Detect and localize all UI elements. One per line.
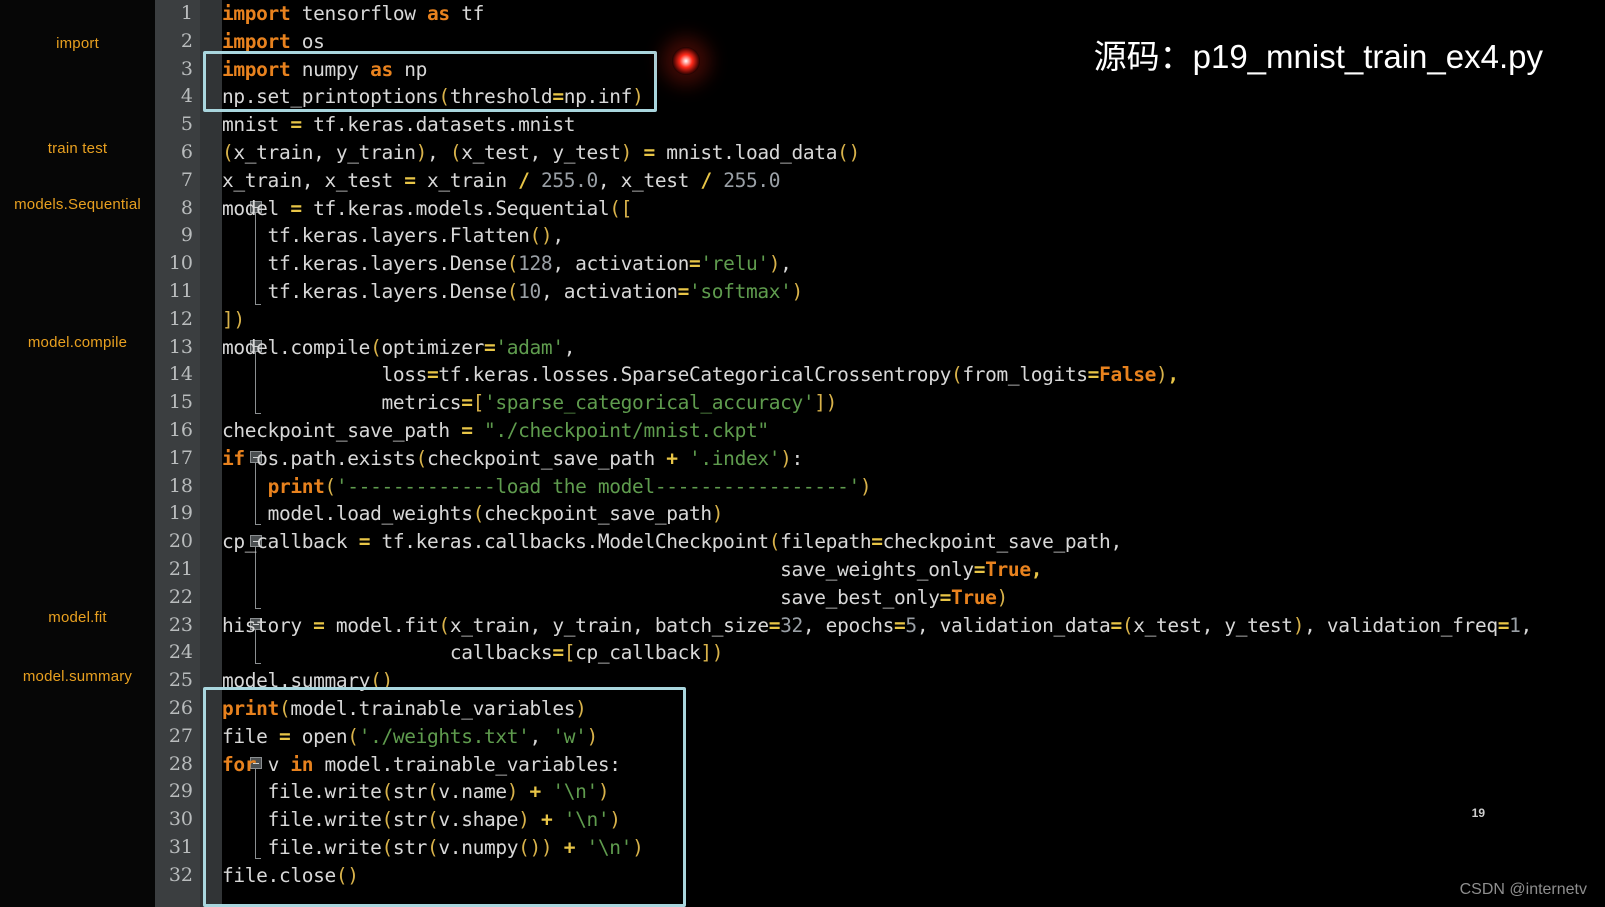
line-number: 30 <box>168 808 193 831</box>
code-line-32[interactable]: file.close() <box>222 862 359 890</box>
line-number: 4 <box>180 85 193 108</box>
code-line-29[interactable]: file.write(str(v.name) + '\n') <box>222 778 610 806</box>
code-line-26[interactable]: print(model.trainable_variables) <box>222 695 587 723</box>
code-line-6[interactable]: (x_train, y_train), (x_test, y_test) = m… <box>222 139 860 167</box>
sidebar-item-train-test: train test <box>47 140 108 157</box>
line-number: 18 <box>168 474 193 497</box>
annotation-sidebar: import train test models.Sequential mode… <box>0 0 155 907</box>
code-line-13[interactable]: model.compile(optimizer='adam', <box>222 334 575 362</box>
code-line-25[interactable]: model.summary() <box>222 667 393 695</box>
line-number-gutter: 1 2 3 4 5 6 7 8 9 10 11 12 13 14 15 16 1… <box>155 0 200 907</box>
line-number: 13 <box>168 335 193 358</box>
page-number: 19 <box>1471 806 1485 820</box>
line-number: 19 <box>168 502 193 525</box>
slide-page: import train test models.Sequential mode… <box>0 0 1605 907</box>
code-line-11[interactable]: tf.keras.layers.Dense(10, activation='so… <box>222 278 804 306</box>
line-number: 15 <box>168 391 193 414</box>
red-laser-dot-icon <box>672 47 700 75</box>
code-line-15[interactable]: metrics=['sparse_categorical_accuracy']) <box>222 389 837 417</box>
line-number: 28 <box>168 752 193 775</box>
sidebar-item-model-summary: model.summary <box>22 668 133 685</box>
code-line-22[interactable]: save_best_only=True) <box>222 584 1008 612</box>
line-number: 17 <box>168 446 193 469</box>
code-line-16[interactable]: checkpoint_save_path = "./checkpoint/mni… <box>222 417 769 445</box>
code-line-7[interactable]: x_train, x_test = x_train / 255.0, x_tes… <box>222 167 780 195</box>
line-number: 12 <box>168 307 193 330</box>
line-number: 8 <box>180 196 193 219</box>
code-line-8[interactable]: model = tf.keras.models.Sequential([ <box>222 195 632 223</box>
line-number: 23 <box>168 613 193 636</box>
code-line-17[interactable]: if os.path.exists(checkpoint_save_path +… <box>222 445 803 473</box>
code-line-31[interactable]: file.write(str(v.numpy()) + '\n') <box>222 834 644 862</box>
code-line-3[interactable]: import numpy as np <box>222 56 427 84</box>
line-number: 2 <box>180 29 193 52</box>
code-line-12[interactable]: ]) <box>222 306 245 334</box>
line-number: 6 <box>180 141 193 163</box>
code-line-14[interactable]: loss=tf.keras.losses.SparseCategoricalCr… <box>222 361 1179 389</box>
code-line-24[interactable]: callbacks=[cp_callback]) <box>222 639 724 667</box>
line-number: 25 <box>168 669 193 692</box>
code-line-18[interactable]: print('-------------load the model------… <box>222 473 872 501</box>
code-line-20[interactable]: cp_callback = tf.keras.callbacks.ModelCh… <box>222 528 1122 556</box>
code-line-4[interactable]: np.set_printoptions(threshold=np.inf) <box>222 83 644 111</box>
code-line-9[interactable]: tf.keras.layers.Flatten(), <box>222 222 565 250</box>
page-title: 源码：p19_mnist_train_ex4.py <box>1093 38 1543 75</box>
line-number: 7 <box>180 168 193 191</box>
code-line-28[interactable]: for v in model.trainable_variables: <box>222 751 621 779</box>
code-line-1[interactable]: import tensorflow as tf <box>222 0 484 28</box>
line-number: 11 <box>168 280 193 302</box>
code-text-area[interactable]: import tensorflow as tf import os import… <box>200 0 1605 907</box>
code-line-10[interactable]: tf.keras.layers.Dense(128, activation='r… <box>222 250 792 278</box>
code-editor: 1 2 3 4 5 6 7 8 9 10 11 12 13 14 15 16 1… <box>155 0 1605 907</box>
watermark-credit: CSDN @internetv <box>1459 881 1587 898</box>
code-line-5[interactable]: mnist = tf.keras.datasets.mnist <box>222 111 575 139</box>
line-number: 31 <box>168 836 193 858</box>
line-number: 5 <box>180 113 193 136</box>
code-line-23[interactable]: history = model.fit(x_train, y_train, ba… <box>222 612 1532 640</box>
line-number: 14 <box>168 363 193 386</box>
line-number: 10 <box>168 252 193 275</box>
code-line-19[interactable]: model.load_weights(checkpoint_save_path) <box>222 500 724 528</box>
line-number: 16 <box>168 419 193 441</box>
code-line-21[interactable]: save_weights_only=True, <box>222 556 1042 584</box>
line-number: 27 <box>168 724 193 747</box>
line-number: 9 <box>180 224 193 247</box>
sidebar-item-model-compile: model.compile <box>27 334 128 351</box>
code-line-27[interactable]: file = open('./weights.txt', 'w') <box>222 723 598 751</box>
code-line-30[interactable]: file.write(str(v.shape) + '\n') <box>222 806 621 834</box>
line-number: 29 <box>168 780 193 803</box>
code-line-2[interactable]: import os <box>222 28 325 56</box>
line-number: 1 <box>180 2 193 24</box>
line-number: 20 <box>168 530 193 553</box>
line-number: 3 <box>180 57 193 80</box>
line-number: 22 <box>168 585 193 608</box>
sidebar-item-model-fit: model.fit <box>48 609 107 626</box>
line-number: 24 <box>168 641 193 664</box>
line-number: 26 <box>168 697 193 719</box>
line-number: 21 <box>168 558 193 580</box>
sidebar-item-models-sequential: models.Sequential <box>14 196 141 213</box>
sidebar-item-import: import <box>56 35 99 52</box>
line-number: 32 <box>168 863 193 886</box>
